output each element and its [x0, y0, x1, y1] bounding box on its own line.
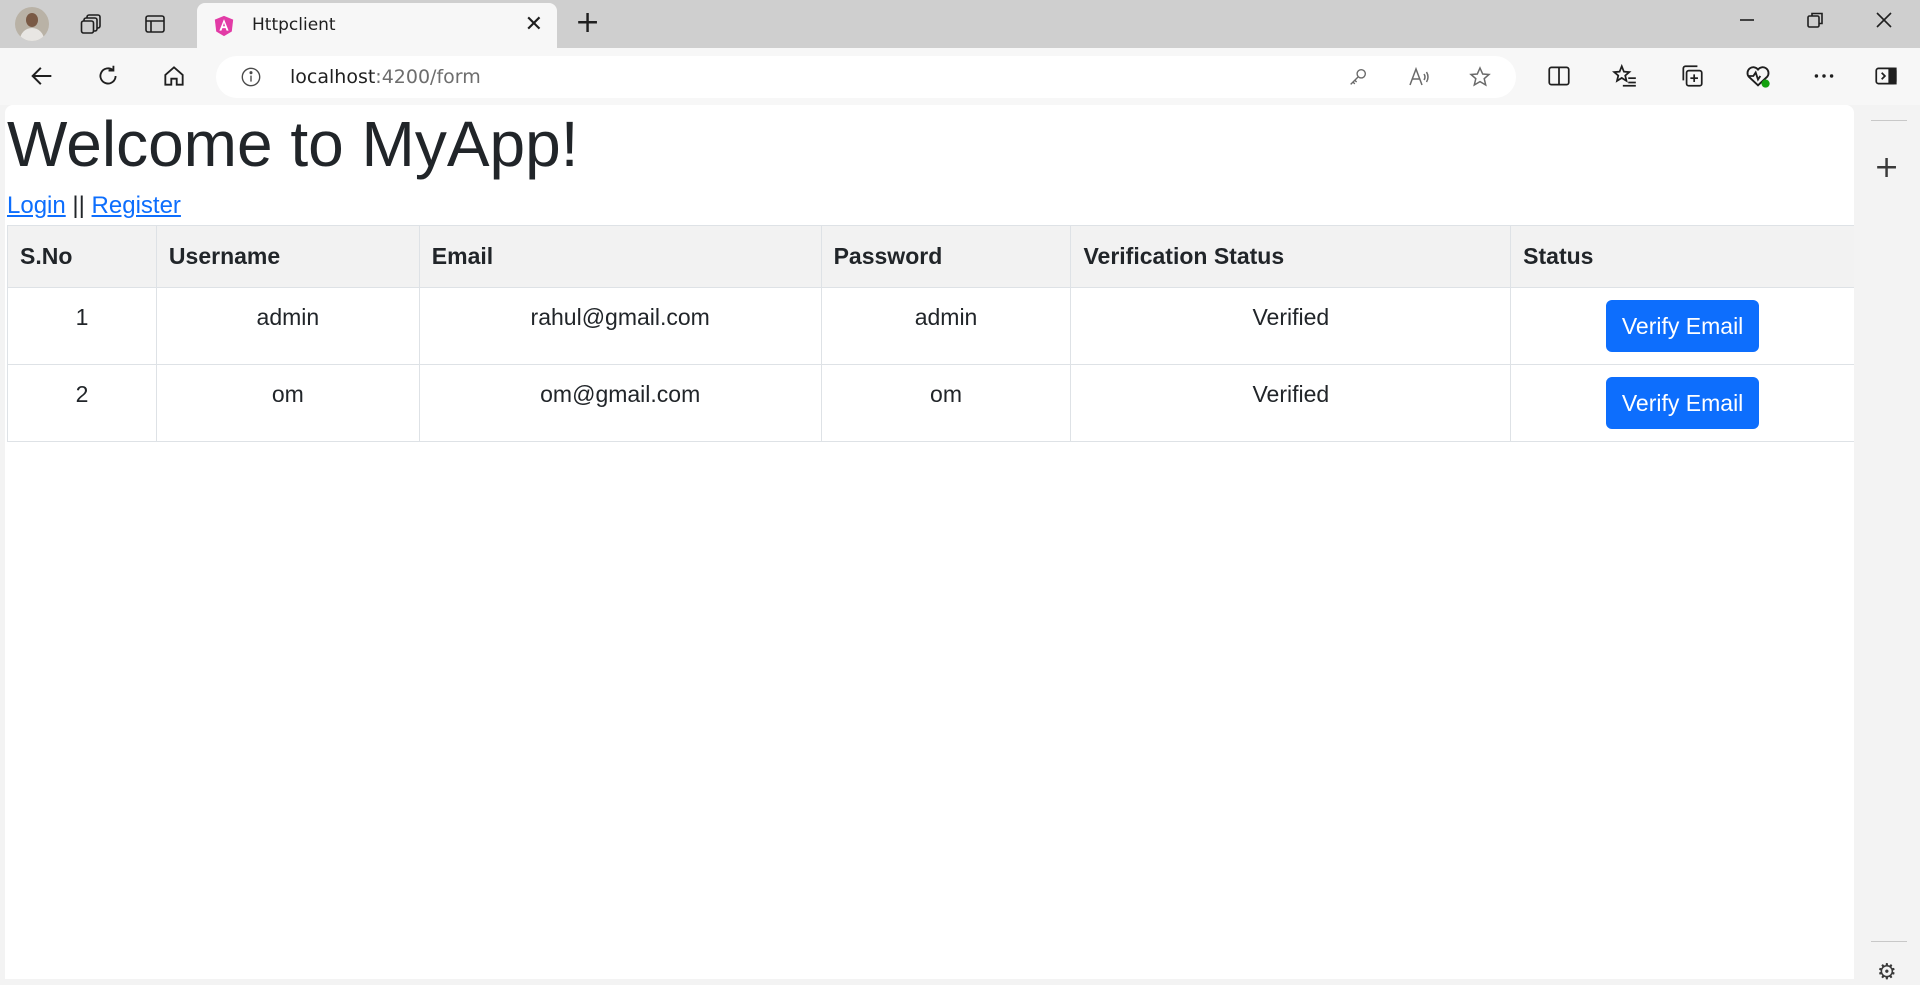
page-title: Welcome to MyApp!	[7, 108, 579, 180]
login-link[interactable]: Login	[7, 192, 66, 219]
browser-essentials-icon[interactable]	[1742, 60, 1774, 92]
browser-titlebar: Httpclient ✕ +	[0, 0, 1920, 48]
cell-username: admin	[155, 287, 420, 365]
column-header-password: Password	[820, 225, 1072, 288]
address-bar[interactable]: localhost:4200/form	[216, 56, 1516, 98]
column-header-status: Status	[1510, 225, 1854, 288]
cell-status: Verify Email	[1510, 287, 1854, 365]
column-header-username: Username	[155, 225, 420, 288]
table-header-row: S.No Username Email Password Verificatio…	[7, 225, 1854, 288]
url-text[interactable]: localhost:4200/form	[290, 66, 481, 88]
sidebar-divider-bottom	[1871, 941, 1907, 942]
verify-email-button[interactable]: Verify Email	[1605, 377, 1760, 429]
collections-icon[interactable]	[1676, 60, 1708, 92]
angular-favicon-icon	[214, 15, 234, 37]
column-header-verification-status: Verification Status	[1070, 225, 1512, 288]
cell-sno: 2	[7, 364, 157, 442]
sidebar-toggle-icon[interactable]	[1870, 60, 1902, 92]
profile-avatar[interactable]	[15, 7, 49, 41]
cell-verification-status: Verified	[1070, 287, 1512, 365]
browser-toolbar: localhost:4200/form	[0, 48, 1920, 105]
sidebar-divider	[1871, 120, 1907, 121]
minimize-icon[interactable]	[1735, 8, 1759, 38]
table-row: 1 admin rahul@gmail.com admin Verified V…	[7, 287, 1854, 365]
table-row: 2 om om@gmail.com om Verified Verify Ema…	[7, 364, 1854, 442]
cell-password: admin	[820, 287, 1072, 365]
split-screen-icon[interactable]	[1543, 60, 1575, 92]
cell-email: om@gmail.com	[418, 364, 822, 442]
read-aloud-icon[interactable]	[1407, 65, 1431, 89]
more-options-icon[interactable]	[1808, 60, 1840, 92]
key-icon[interactable]	[1346, 65, 1370, 89]
close-window-icon[interactable]	[1872, 8, 1896, 38]
favorite-star-icon[interactable]	[1468, 65, 1492, 89]
verify-email-button[interactable]: Verify Email	[1605, 300, 1760, 352]
new-tab-icon[interactable]: +	[575, 8, 600, 38]
column-header-email: Email	[418, 225, 822, 288]
auth-links: Login || Register	[7, 192, 181, 220]
favorites-icon[interactable]	[1609, 60, 1641, 92]
tab-title: Httpclient	[252, 15, 336, 35]
site-info-icon[interactable]	[240, 66, 262, 88]
workspaces-icon[interactable]	[77, 9, 107, 39]
url-host: localhost	[290, 66, 376, 88]
close-tab-icon[interactable]: ✕	[525, 13, 543, 37]
cell-email: rahul@gmail.com	[418, 287, 822, 365]
cell-username: om	[155, 364, 420, 442]
cell-status: Verify Email	[1510, 364, 1854, 442]
cell-verification-status: Verified	[1070, 364, 1512, 442]
links-separator: ||	[72, 192, 85, 219]
refresh-icon[interactable]	[92, 60, 124, 92]
back-icon[interactable]	[26, 60, 58, 92]
tab-actions-icon[interactable]	[140, 9, 170, 39]
register-link[interactable]: Register	[92, 192, 181, 219]
cell-sno: 1	[7, 287, 157, 365]
column-header-sno: S.No	[7, 225, 157, 288]
browser-tab-active[interactable]: Httpclient ✕	[197, 3, 557, 48]
edge-sidebar: + ⚙	[1858, 105, 1920, 985]
home-icon[interactable]	[158, 60, 190, 92]
sidebar-settings-icon[interactable]: ⚙	[1877, 960, 1897, 985]
web-page: Welcome to MyApp! Login || Register S.No…	[5, 105, 1854, 979]
cell-password: om	[820, 364, 1072, 442]
add-sidebar-app-icon[interactable]: +	[1874, 153, 1899, 183]
url-path: :4200/form	[375, 66, 481, 88]
users-table: S.No Username Email Password Verificatio…	[7, 225, 1854, 442]
restore-icon[interactable]	[1803, 8, 1827, 38]
